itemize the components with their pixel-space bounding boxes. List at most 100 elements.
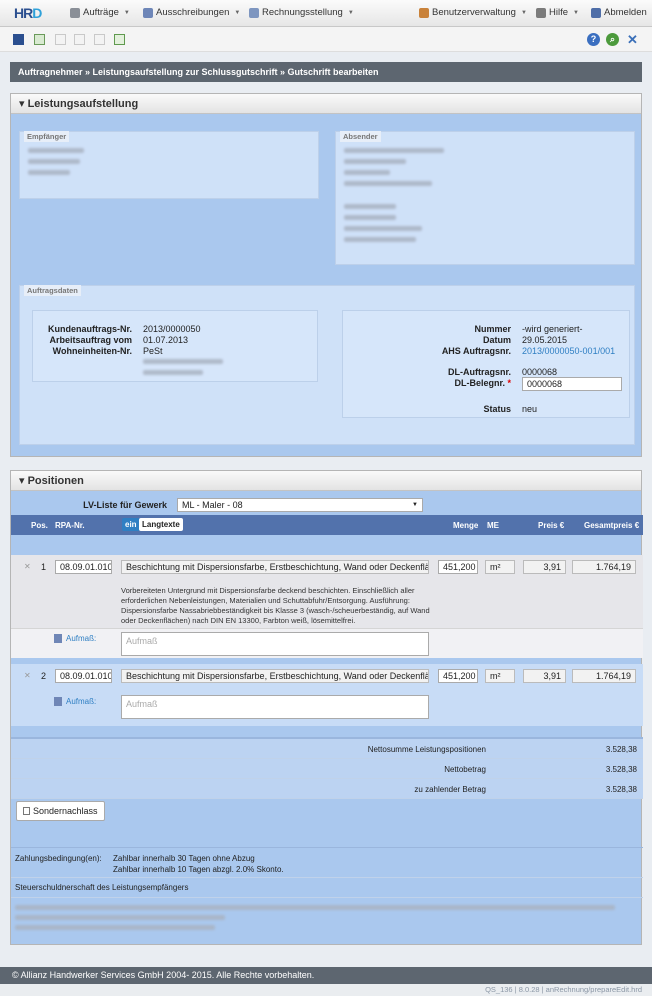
search-icon[interactable]: ⌕ (606, 33, 619, 46)
netto-positionen-label: Nettosumme Leistungspositionen (367, 745, 486, 754)
nav-benutzerverwaltung[interactable]: Benutzerverwaltung ▼ (419, 7, 527, 18)
save-icon[interactable] (13, 34, 24, 45)
nav-rechnungsstellung[interactable]: Rechnungsstellung ▼ (249, 7, 354, 18)
zahlbetrag-value: 3.528,38 (605, 785, 637, 794)
dl-beleg-label: DL-Belegnr. * (343, 378, 511, 388)
panel-header[interactable]: ▾ Leistungsaufstellung (11, 94, 641, 114)
help-icon[interactable]: ? (587, 33, 600, 46)
zahlungsbedingung-line: Zahlbar innerhalb 30 Tagen ohne Abzug (113, 854, 255, 863)
langtexte-toggle-label[interactable]: Langtexte (139, 518, 183, 531)
dl-beleg-input[interactable]: 0000068 (522, 377, 622, 391)
menge-input[interactable]: 451,200 (438, 669, 478, 683)
logo-text: HR (14, 5, 33, 21)
kundenauftrag-value: 2013/0000050 (143, 324, 201, 334)
auftrag-right-box: Nummer -wird generiert- Datum 29.05.2015… (342, 310, 630, 418)
bank-details-section (11, 897, 643, 933)
document-icon[interactable] (55, 34, 66, 45)
redacted-text (344, 215, 396, 220)
sum-line: zu zahlender Betrag 3.528,38 (11, 779, 643, 799)
fieldset-legend: Auftragsdaten (24, 285, 81, 296)
redacted-text (344, 148, 444, 153)
langtext: Vorbereiteten Untergrund mit Dispersions… (121, 586, 430, 625)
menge-input[interactable]: 451,200 (438, 560, 478, 574)
wohneinheiten-value: PeSt (143, 346, 163, 356)
me-field: m² (485, 560, 515, 574)
nav-abmelden[interactable]: Abmelden (591, 7, 647, 18)
table-row: ✕ 1 08.09.01.010 Beschichtung mit Disper… (11, 555, 643, 658)
pen-icon (143, 7, 153, 18)
nettobetrag-value: 3.528,38 (605, 765, 637, 774)
redacted-text (344, 204, 396, 209)
datum-label: Datum (482, 335, 511, 345)
chevron-down-icon: ▼ (573, 9, 579, 16)
collapse-icon: ▾ (19, 98, 28, 110)
lv-liste-value: ML - Maler - 08 (182, 500, 243, 510)
redacted-text (344, 159, 406, 164)
positionen-panel: ▾ Positionen LV-Liste für Gewerk ML - Ma… (10, 470, 643, 945)
gesamtpreis-field: 1.764,19 (572, 669, 636, 683)
calculator-icon (54, 697, 62, 706)
required-marker: * (507, 378, 511, 388)
chevron-down-icon: ▼ (520, 9, 527, 16)
me-field: m² (485, 669, 515, 683)
panel-title: Positionen (27, 475, 84, 487)
preis-field: 3,91 (523, 560, 566, 574)
leistungsaufstellung-panel: ▾ Leistungsaufstellung Empfänger Absende… (10, 93, 642, 457)
nav-label: Ausschreibungen (156, 7, 230, 18)
briefcase-icon (70, 7, 80, 18)
nav-label: Benutzerverwaltung (432, 7, 516, 18)
document-print-icon[interactable] (94, 34, 105, 45)
chevron-down-icon: ▼ (234, 9, 241, 16)
wohneinheiten-label: Wohneinheiten-Nr. (52, 346, 132, 356)
ahs-auftrag-link[interactable]: 2013/0000050-001/001 (522, 346, 615, 356)
top-navigation-bar: HRD Aufträge ▼ Ausschreibungen ▼ Rechnungs… (0, 0, 652, 27)
aufmass-textarea[interactable]: Aufmaß (121, 695, 429, 719)
langtexte-toggle-on[interactable]: ein (122, 518, 140, 531)
redacted-text (143, 370, 203, 375)
nettobetrag-label: Nettobetrag (444, 765, 486, 774)
redacted-text (143, 359, 223, 364)
document-add-icon[interactable] (34, 34, 45, 45)
dl-beleg-label-text: DL-Belegnr. (454, 378, 505, 388)
nummer-label: Nummer (474, 324, 511, 334)
panel-header[interactable]: ▾ Positionen (11, 471, 641, 491)
ahs-auftrag-label: AHS Auftragsnr. (441, 346, 511, 356)
zahlungsbedingung-line: Zahlbar innerhalb 10 Tagen abzgl. 2.0% S… (113, 865, 284, 874)
col-gesamtpreis: Gesamtpreis € (584, 521, 640, 530)
nav-label: Rechnungsstellung (262, 7, 343, 18)
col-preis: Preis € (538, 521, 565, 530)
arbeitsauftrag-label: Arbeitsauftrag vom (49, 335, 132, 345)
delete-icon[interactable]: ✕ (24, 671, 31, 680)
steuerschuld-text: Steuerschuldnerschaft des Leistungsempfä… (15, 883, 189, 892)
aufmass-link[interactable]: Aufmaß: (66, 697, 96, 706)
nav-label: Aufträge (83, 7, 119, 18)
empfaenger-fieldset: Empfänger (19, 131, 319, 199)
rpa-input[interactable]: 08.09.01.010 (55, 669, 112, 683)
close-icon[interactable]: ✕ (626, 33, 639, 46)
nav-ausschreibungen[interactable]: Ausschreibungen ▼ (143, 7, 240, 18)
nav-hilfe[interactable]: Hilfe ▼ (536, 7, 579, 18)
aufmass-textarea[interactable]: Aufmaß (121, 632, 429, 656)
col-menge: Menge (453, 521, 479, 530)
steuerschuld-section: Steuerschuldnerschaft des Leistungsempfä… (11, 877, 643, 897)
book-icon (536, 7, 546, 18)
document-copy-icon[interactable] (74, 34, 85, 45)
app-logo[interactable]: HRD (14, 5, 50, 21)
zahlungsbedingung-label: Zahlungsbedingung(en): (15, 854, 102, 863)
document-icon (23, 807, 30, 815)
kundenauftrag-label: Kundenauftrags-Nr. (47, 324, 132, 334)
delete-icon[interactable]: ✕ (24, 562, 31, 571)
document-export-icon[interactable] (114, 34, 125, 45)
rpa-input[interactable]: 08.09.01.010 (55, 560, 112, 574)
footer: © Allianz Handwerker Services GmbH 2004-… (0, 967, 652, 984)
sondernachlass-button[interactable]: Sondernachlass (16, 801, 105, 821)
kurztext-field: Beschichtung mit Dispersionsfarbe, Erstb… (121, 669, 429, 683)
calculator-icon (54, 634, 62, 643)
nav-auftraege[interactable]: Aufträge ▼ (70, 7, 130, 18)
col-rpa: RPA-Nr. (55, 521, 85, 530)
button-label: Sondernachlass (33, 806, 98, 816)
aufmass-link[interactable]: Aufmaß: (66, 634, 96, 643)
redacted-text (15, 915, 225, 920)
lv-liste-select[interactable]: ML - Maler - 08 ▼ (177, 498, 423, 512)
status-label: Status (483, 404, 511, 414)
